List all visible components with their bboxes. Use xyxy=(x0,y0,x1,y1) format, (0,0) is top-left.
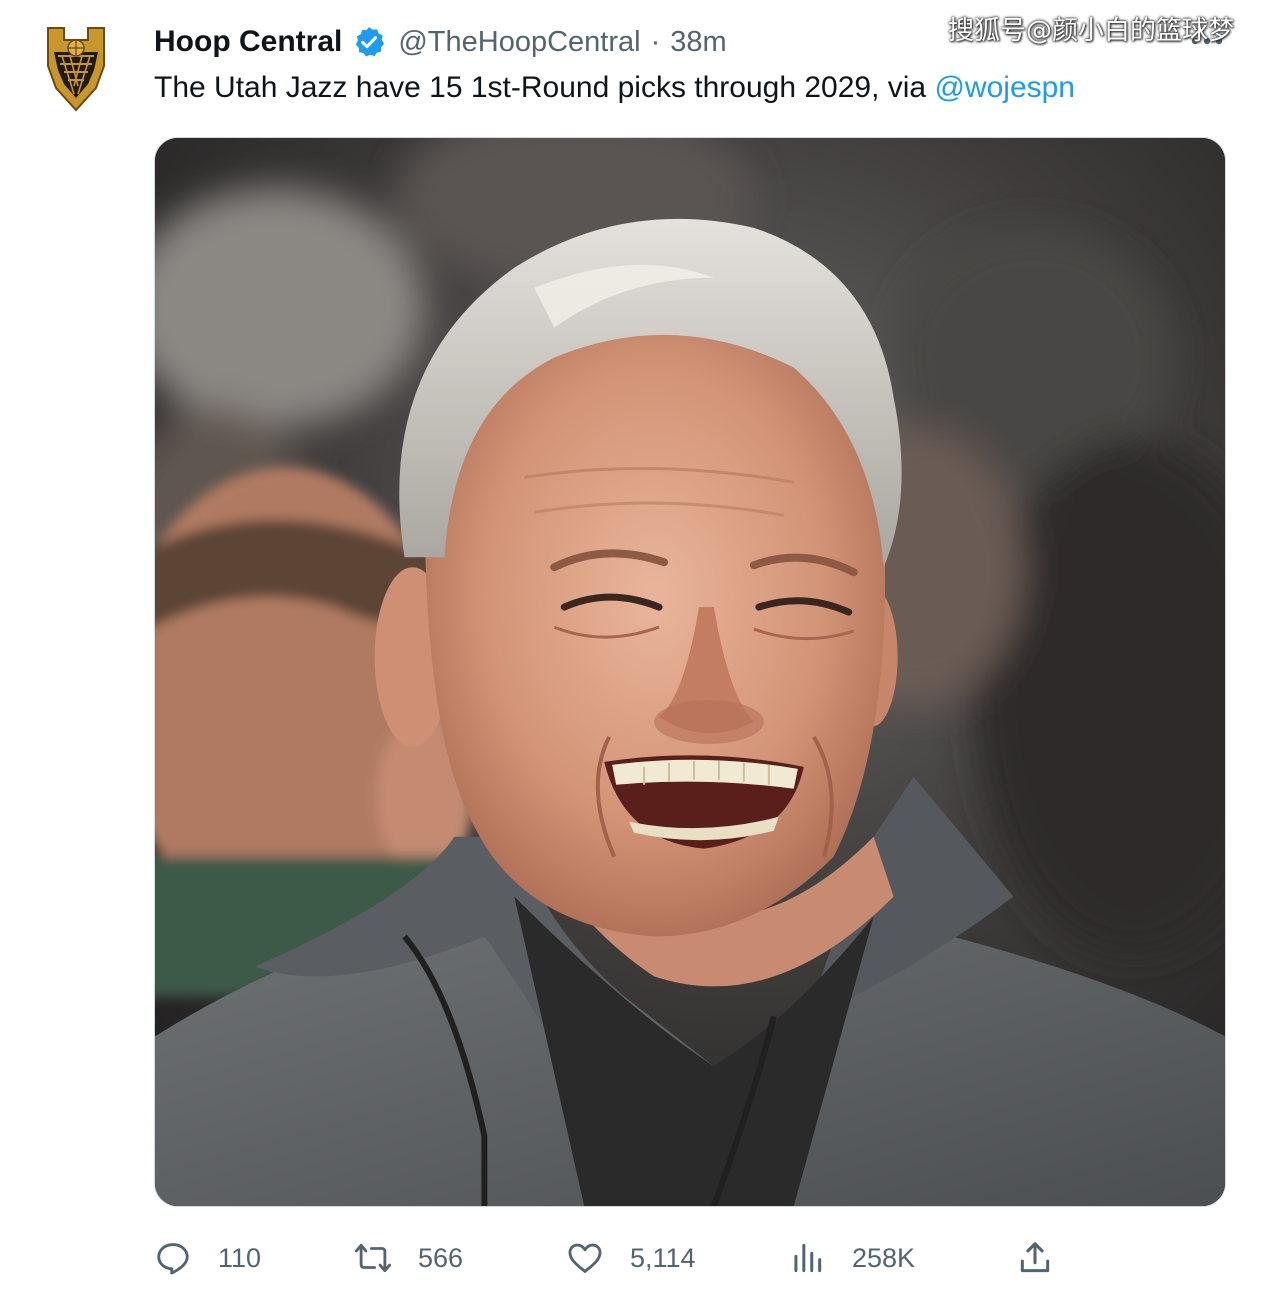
author-handle[interactable]: @TheHoopCentral xyxy=(398,26,640,59)
tweet-header: Hoop Central @TheHoopCentral · 38m xyxy=(154,20,727,64)
views-count: 258K xyxy=(852,1242,916,1273)
header-separator: · xyxy=(650,25,661,58)
tweet-photo[interactable] xyxy=(154,137,1226,1207)
share-icon xyxy=(1020,1242,1050,1273)
like-button[interactable]: 5,114 xyxy=(566,1232,696,1284)
tweet-timestamp[interactable]: 38m xyxy=(670,26,726,59)
share-button[interactable] xyxy=(1016,1232,1054,1284)
tweet[interactable]: Hoop Central @TheHoopCentral · 38m 搜狐号@颜… xyxy=(0,0,1262,1302)
retweet-count: 566 xyxy=(418,1242,464,1273)
heart-icon xyxy=(568,1243,602,1273)
tweet-actions: 110 566 5,114 258K xyxy=(154,1232,1074,1284)
tweet-body: The Utah Jazz have 15 1st-Round picks th… xyxy=(154,71,935,104)
retweet-icon xyxy=(354,1243,392,1273)
reply-button[interactable]: 110 xyxy=(154,1232,261,1284)
photo-of-smiling-man-icon xyxy=(155,138,1225,1206)
reply-icon xyxy=(157,1243,189,1275)
verified-badge-icon xyxy=(352,25,386,59)
like-count: 5,114 xyxy=(630,1242,696,1273)
retweet-button[interactable]: 566 xyxy=(354,1232,463,1284)
author-display-name[interactable]: Hoop Central xyxy=(154,25,342,59)
views-button[interactable]: 258K xyxy=(788,1232,915,1284)
author-avatar[interactable] xyxy=(44,26,108,112)
tweet-text: The Utah Jazz have 15 1st-Round picks th… xyxy=(154,66,1075,110)
views-icon xyxy=(794,1243,822,1273)
source-watermark: 搜狐号@颜小白的篮球梦 xyxy=(947,16,1234,46)
reply-count: 110 xyxy=(218,1242,262,1273)
mention-link[interactable]: @wojespn xyxy=(934,71,1075,104)
hoop-central-logo-icon xyxy=(47,27,105,112)
